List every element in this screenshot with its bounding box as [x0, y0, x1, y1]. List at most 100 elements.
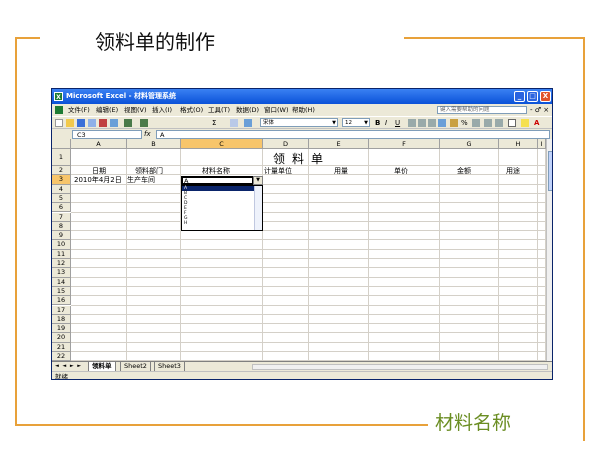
- column-header-b[interactable]: B: [127, 139, 181, 149]
- sheet-title[interactable]: 领料单: [273, 150, 330, 167]
- decrease-indent-icon[interactable]: [484, 119, 492, 127]
- row-header-17[interactable]: 17: [52, 305, 71, 315]
- excel-window: X Microsoft Excel - 材料管理系统 _ □ X 文件(F) 编…: [51, 88, 553, 380]
- decimal-icon[interactable]: [472, 119, 480, 127]
- vertical-scroll-thumb[interactable]: [548, 151, 552, 191]
- row-gridline: [71, 313, 546, 315]
- header-unit[interactable]: 计量单位: [264, 166, 292, 176]
- minimize-button[interactable]: _: [514, 91, 525, 102]
- row-header-6[interactable]: 6: [52, 203, 71, 213]
- menu-format[interactable]: 格式(O): [180, 104, 203, 116]
- redo-icon[interactable]: [140, 119, 148, 127]
- align-left-icon[interactable]: [408, 119, 416, 127]
- align-right-icon[interactable]: [428, 119, 436, 127]
- column-header-d[interactable]: D: [263, 139, 309, 149]
- worksheet-grid[interactable]: ABCDEFGHI 1 2 3 4 5 6 7 8 9 10 11 12 13 14 15 16 17 18 19 2…: [52, 139, 546, 361]
- menu-edit[interactable]: 编辑(E): [96, 104, 118, 116]
- row-header-5[interactable]: 5: [52, 193, 71, 204]
- maximize-button[interactable]: □: [527, 91, 538, 102]
- header-material[interactable]: 材料名称: [202, 166, 230, 176]
- dropdown-scrollbar[interactable]: [254, 186, 262, 230]
- row-header-21[interactable]: 21: [52, 342, 71, 352]
- sheet-tab-bar: ◄ ◄ ► ► 领料单 Sheet2 Sheet3: [52, 361, 552, 371]
- cell-date[interactable]: 2010年4月2日: [74, 175, 122, 185]
- permission-icon[interactable]: [88, 119, 96, 127]
- column-header-i[interactable]: I: [538, 139, 546, 149]
- tab-sheet2[interactable]: Sheet2: [120, 362, 151, 371]
- column-gridline: [537, 149, 538, 361]
- select-all-corner[interactable]: [52, 139, 71, 149]
- toolbar: Σ 宋体 ▼ 12 ▼ B I U % A: [52, 116, 552, 128]
- column-header-h[interactable]: H: [499, 139, 538, 149]
- row-header-3[interactable]: 3: [52, 175, 71, 185]
- column-header-g[interactable]: G: [440, 139, 499, 149]
- row-header-19[interactable]: 19: [52, 324, 71, 334]
- menu-window[interactable]: 窗口(W): [264, 104, 289, 116]
- save-icon[interactable]: [77, 119, 85, 127]
- dropdown-arrow-icon[interactable]: ▼: [253, 176, 263, 185]
- validation-dropdown-list[interactable]: A B C D E F G H: [181, 185, 263, 231]
- font-family-select[interactable]: 宋体 ▼: [260, 118, 338, 127]
- column-header-a[interactable]: A: [71, 139, 127, 149]
- help-icon[interactable]: [244, 119, 252, 127]
- menu-view[interactable]: 视图(V): [124, 104, 147, 116]
- column-header-e[interactable]: E: [309, 139, 369, 149]
- vertical-scrollbar[interactable]: [546, 139, 552, 361]
- row-header-18[interactable]: 18: [52, 314, 71, 325]
- column-header-f[interactable]: F: [369, 139, 440, 149]
- cell-department[interactable]: 生产车间: [127, 175, 155, 185]
- currency-icon[interactable]: [450, 119, 458, 127]
- header-purpose[interactable]: 用途: [506, 166, 520, 176]
- row-header-12[interactable]: 12: [52, 259, 71, 269]
- open-icon[interactable]: [66, 119, 74, 127]
- close-button[interactable]: X: [540, 91, 551, 102]
- tab-sheet1[interactable]: 领料单: [88, 362, 116, 371]
- header-unit-price[interactable]: 单价: [394, 166, 408, 176]
- new-icon[interactable]: [55, 119, 63, 127]
- help-search-input[interactable]: 键入需要帮助的问题: [437, 106, 527, 114]
- row-header-2[interactable]: 2: [52, 166, 71, 176]
- window-titlebar[interactable]: X Microsoft Excel - 材料管理系统 _ □ X: [52, 89, 552, 104]
- name-box[interactable]: C3: [72, 130, 142, 139]
- tab-sheet3[interactable]: Sheet3: [154, 362, 185, 371]
- row-header-20[interactable]: 20: [52, 333, 71, 343]
- menu-tools[interactable]: 工具(T): [208, 104, 230, 116]
- row-header-4[interactable]: 4: [52, 184, 71, 194]
- row-header-16[interactable]: 16: [52, 296, 71, 306]
- row-header-11[interactable]: 11: [52, 249, 71, 259]
- row-header-9[interactable]: 9: [52, 231, 71, 241]
- menu-data[interactable]: 数据(D): [236, 104, 259, 116]
- row-header-7[interactable]: 7: [52, 212, 71, 222]
- header-quantity[interactable]: 用量: [334, 166, 348, 176]
- row-header-14[interactable]: 14: [52, 277, 71, 287]
- increase-indent-icon[interactable]: [495, 119, 503, 127]
- print-icon[interactable]: [99, 119, 107, 127]
- menu-bar: 文件(F) 编辑(E) 视图(V) 插入(I) 格式(O) 工具(T) 数据(D…: [52, 104, 552, 116]
- menu-file[interactable]: 文件(F): [68, 104, 90, 116]
- row-header-8[interactable]: 8: [52, 221, 71, 232]
- header-amount[interactable]: 金额: [457, 166, 471, 176]
- tab-nav-arrows[interactable]: ◄ ◄ ► ►: [55, 362, 82, 371]
- row-header-1[interactable]: 1: [52, 149, 71, 166]
- merge-center-icon[interactable]: [438, 119, 446, 127]
- fill-color-icon[interactable]: [521, 119, 529, 127]
- sort-icon[interactable]: [230, 119, 238, 127]
- horizontal-scrollbar[interactable]: [252, 364, 548, 370]
- selected-cell-c3[interactable]: A: [181, 176, 254, 185]
- workbook-window-controls[interactable]: - ♂ ×: [530, 104, 549, 116]
- column-header-c[interactable]: C: [181, 139, 263, 149]
- menu-help[interactable]: 帮助(H): [292, 104, 315, 116]
- row-header-22[interactable]: 22: [52, 352, 71, 361]
- align-center-icon[interactable]: [418, 119, 426, 127]
- workbook-icon[interactable]: [55, 106, 63, 114]
- formula-input[interactable]: A: [156, 130, 550, 139]
- font-size-select[interactable]: 12 ▼: [342, 118, 370, 127]
- menu-insert[interactable]: 插入(I): [152, 104, 172, 116]
- undo-icon[interactable]: [124, 119, 132, 127]
- borders-icon[interactable]: [508, 119, 516, 127]
- dropdown-option[interactable]: H: [182, 221, 262, 226]
- preview-icon[interactable]: [110, 119, 118, 127]
- row-header-13[interactable]: 13: [52, 268, 71, 278]
- row-header-10[interactable]: 10: [52, 240, 71, 250]
- row-header-15[interactable]: 15: [52, 286, 71, 297]
